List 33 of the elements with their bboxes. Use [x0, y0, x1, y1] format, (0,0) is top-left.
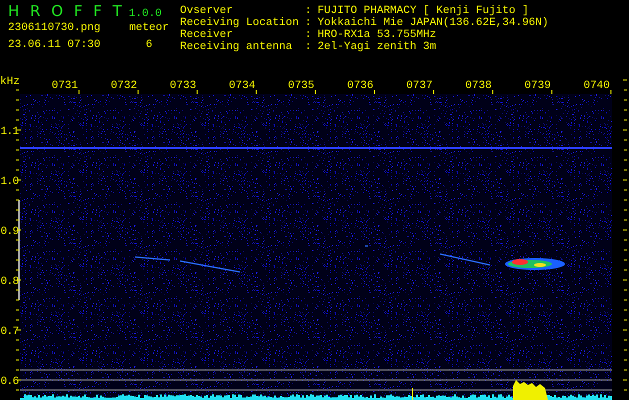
info-label: Ovserver — [180, 5, 234, 17]
time-label: 0733 — [170, 80, 196, 92]
time-label: 0740 — [584, 80, 610, 92]
time-label: 0736 — [347, 80, 374, 92]
time-label: 0737 — [406, 80, 433, 92]
time-label: 0735 — [288, 80, 314, 92]
meteor-count: 6 — [144, 39, 154, 52]
time-label: 0739 — [524, 80, 551, 92]
time-label: 0734 — [228, 80, 256, 92]
separator: : — [304, 41, 312, 53]
app-version: 1.0.0 — [128, 8, 162, 20]
file-name: 2306110730.png — [8, 22, 102, 35]
time-label: 0732 — [110, 80, 138, 92]
separator: : — [304, 5, 312, 17]
count-label: meteor — [128, 22, 170, 35]
info-label: Receiving antenna — [180, 41, 294, 53]
time-label: 0731 — [52, 80, 78, 92]
timestamp: 23.06.11 07:30 — [8, 39, 102, 52]
info-label: Receiving Location — [180, 17, 299, 29]
info-value: Yokkaichi Mie JAPAN(136.62E,34.96N) — [317, 17, 548, 29]
app-title: H R O F F T — [8, 2, 125, 20]
info-value: 2el-Yagi zenith 3m — [317, 41, 438, 53]
frequency-label: 0.6 — [0, 376, 19, 388]
frequency-label: 1.0 — [0, 176, 19, 188]
separator: : — [304, 17, 312, 29]
info-label: Receiver — [180, 29, 234, 41]
frequency-label: 1.1 — [0, 126, 19, 138]
frequency-label: 0.7 — [0, 326, 19, 338]
time-label: 0738 — [465, 80, 492, 92]
info-value: FUJITO PHARMACY [ Kenji Fujito ] — [317, 5, 530, 17]
info-value: HRO-RX1a 53.755MHz — [317, 29, 438, 41]
separator: : — [304, 29, 312, 41]
unit-label: kHz — [0, 76, 20, 88]
